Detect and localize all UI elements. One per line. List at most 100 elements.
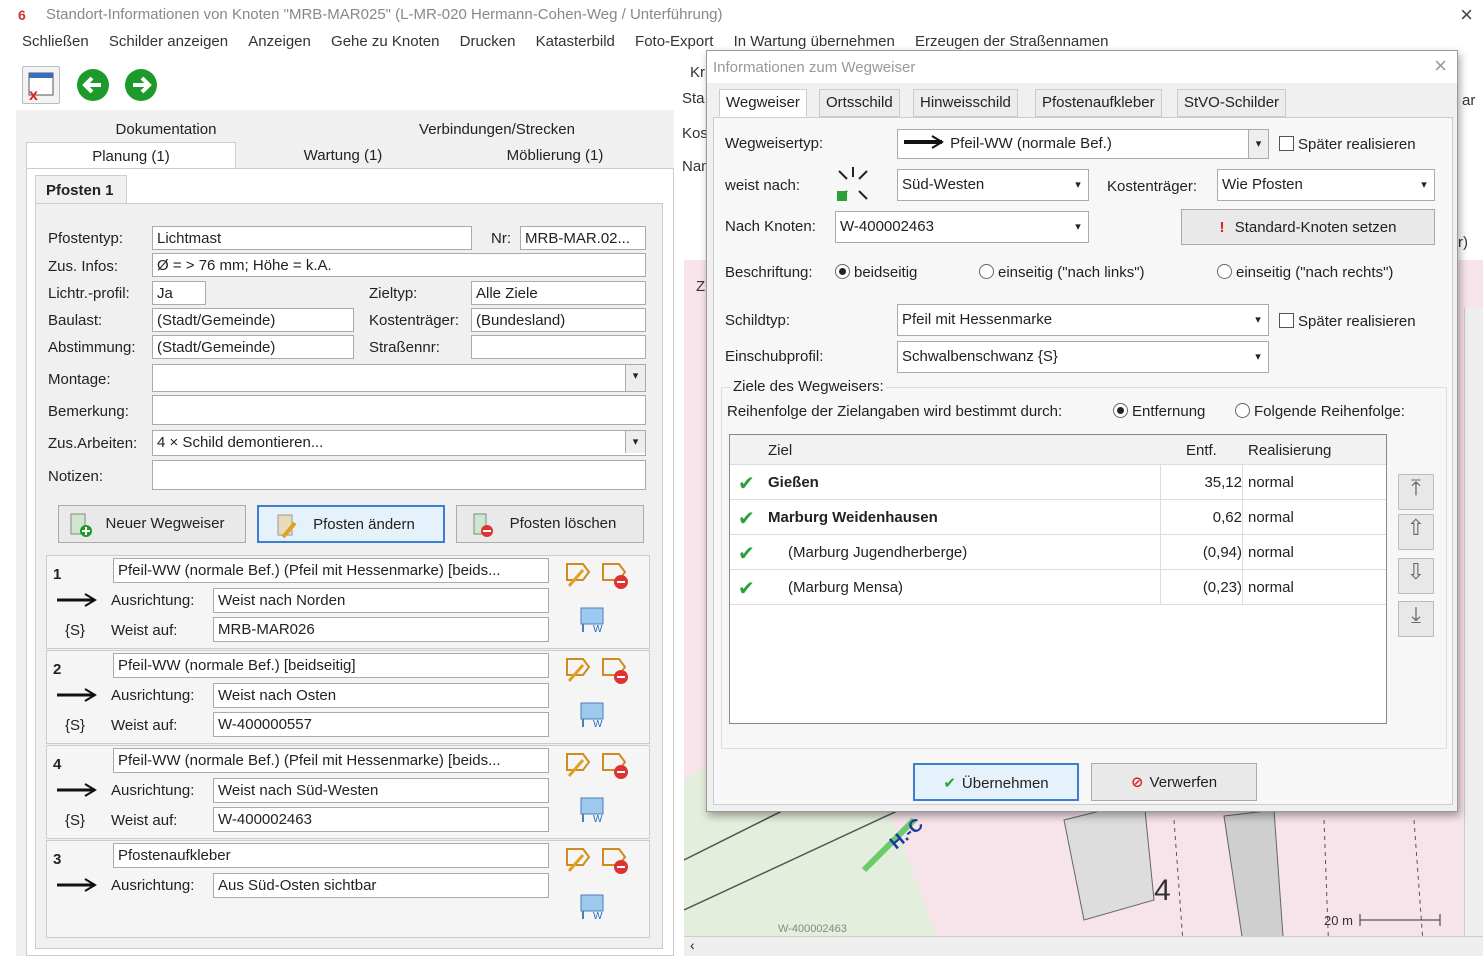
col-entf[interactable]: Entf. bbox=[1186, 442, 1217, 459]
zusinfos-field[interactable]: Ø = > 76 mm; Höhe = k.A. bbox=[152, 253, 646, 277]
menu-item-drucken[interactable]: Drucken bbox=[460, 33, 516, 50]
map-vscrollbar[interactable] bbox=[1464, 308, 1483, 936]
delete-sign-icon[interactable] bbox=[599, 750, 633, 780]
strassennr-field[interactable] bbox=[471, 335, 646, 359]
nach-knoten-dropdown-icon[interactable]: ▾ bbox=[1068, 212, 1088, 242]
neuer-wegweiser-button[interactable]: Neuer Wegweiser bbox=[58, 505, 246, 543]
delete-sign-icon[interactable] bbox=[599, 655, 633, 685]
lichtprofil-field[interactable]: Ja bbox=[152, 281, 206, 305]
table-row[interactable]: ✔ (Marburg Jugendherberge) (0,94) normal bbox=[730, 535, 1386, 570]
tab-planung[interactable]: Planung (1) bbox=[26, 142, 236, 168]
tab-dokumentation[interactable]: Dokumentation bbox=[16, 116, 316, 142]
uebernehmen-button[interactable]: ✔ Übernehmen bbox=[913, 763, 1079, 801]
ausrichtung-field[interactable]: Weist nach Norden bbox=[213, 588, 549, 613]
baulast-field[interactable]: (Stadt/Gemeinde) bbox=[152, 308, 354, 332]
zieltyp-field[interactable]: Alle Ziele bbox=[471, 281, 646, 305]
forward-button[interactable] bbox=[122, 66, 160, 104]
radio-einseitig-rechts[interactable]: einseitig ("nach rechts") bbox=[1217, 264, 1393, 281]
weist-nach-select[interactable]: Süd-Westen ▾ bbox=[897, 169, 1089, 201]
edit-sign-icon[interactable] bbox=[561, 845, 595, 875]
radio-entfernung[interactable]: Entfernung bbox=[1113, 403, 1205, 420]
ausrichtung-field[interactable]: Weist nach Süd-Westen bbox=[213, 778, 549, 803]
menu-item-katasterbild[interactable]: Katasterbild bbox=[536, 33, 615, 50]
schildtyp-select[interactable]: Pfeil mit Hessenmarke ▾ bbox=[897, 304, 1269, 336]
sign-description[interactable]: Pfeil-WW (normale Bef.) [beidseitig] bbox=[113, 653, 549, 678]
wegweisertyp-select[interactable]: Pfeil-WW (normale Bef.) ▾ bbox=[897, 129, 1269, 159]
sign-view-icon[interactable]: W bbox=[577, 701, 611, 731]
nr-field[interactable]: MRB-MAR.02... bbox=[520, 226, 646, 250]
weist-auf-field[interactable]: W-400000557 bbox=[213, 712, 549, 737]
delete-sign-icon[interactable] bbox=[599, 845, 633, 875]
schildtyp-dropdown-icon[interactable]: ▾ bbox=[1248, 305, 1268, 335]
dialog-close-icon[interactable]: × bbox=[1434, 53, 1447, 79]
delete-sign-icon[interactable] bbox=[599, 560, 633, 590]
tab-moeblierung[interactable]: Möblierung (1) bbox=[450, 142, 660, 168]
zusarbeiten-field[interactable]: 4 × Schild demontieren... ▾ bbox=[152, 430, 646, 456]
scroll-left-icon[interactable]: ‹ bbox=[690, 937, 695, 953]
edit-sign-icon[interactable] bbox=[561, 560, 595, 590]
table-row[interactable]: ✔ Marburg Weidenhausen 0,62 normal bbox=[730, 500, 1386, 535]
move-down-button[interactable]: ⇩ bbox=[1398, 558, 1434, 594]
zusarbeiten-dropdown-icon[interactable]: ▾ bbox=[625, 431, 645, 453]
tab-wartung[interactable]: Wartung (1) bbox=[238, 142, 448, 168]
nach-knoten-select[interactable]: W-400002463 ▾ bbox=[835, 211, 1089, 243]
dtab-hinweisschild[interactable]: Hinweisschild bbox=[913, 89, 1018, 117]
tab-pfosten-1[interactable]: Pfosten 1 bbox=[35, 175, 127, 203]
montage-field[interactable]: ▾ bbox=[152, 364, 646, 392]
ausrichtung-field[interactable]: Aus Süd-Osten sichtbar bbox=[213, 873, 549, 898]
radio-folgende[interactable]: Folgende Reihenfolge: bbox=[1235, 403, 1405, 420]
close-window-button[interactable]: x bbox=[22, 66, 60, 104]
close-icon[interactable]: × bbox=[1460, 2, 1473, 28]
sign-description[interactable]: Pfeil-WW (normale Bef.) (Pfeil mit Hesse… bbox=[113, 748, 549, 773]
menu-item-anzeigen[interactable]: Anzeigen bbox=[248, 33, 311, 50]
edit-sign-icon[interactable] bbox=[561, 750, 595, 780]
standard-knoten-button[interactable]: ! Standard-Knoten setzen bbox=[1181, 209, 1435, 245]
radio-beidseitig[interactable]: beidseitig bbox=[835, 264, 917, 281]
dtab-wegweiser[interactable]: Wegweiser bbox=[719, 89, 807, 117]
dtab-ortsschild[interactable]: Ortsschild bbox=[819, 89, 900, 117]
sign-view-icon[interactable]: W bbox=[577, 796, 611, 826]
verwerfen-button[interactable]: ⊘ Verwerfen bbox=[1091, 763, 1257, 801]
pfostentyp-field[interactable]: Lichtmast bbox=[152, 226, 472, 250]
sign-group[interactable]: 3 Pfostenaufkleber Ausrichtung: Aus Süd-Ost… bbox=[46, 840, 650, 938]
weist-nach-dropdown-icon[interactable]: ▾ bbox=[1068, 170, 1088, 200]
abstimmung-field[interactable]: (Stadt/Gemeinde) bbox=[152, 335, 354, 359]
tab-verbindungen[interactable]: Verbindungen/Strecken bbox=[320, 116, 674, 142]
sign-group[interactable]: 4 Pfeil-WW (normale Bef.) (Pfeil mit Hess… bbox=[46, 745, 650, 839]
spaeter-checkbox-2[interactable]: Später realisieren bbox=[1279, 313, 1416, 330]
col-realisierung[interactable]: Realisierung bbox=[1248, 442, 1331, 459]
kostentraeger-dropdown-icon[interactable]: ▾ bbox=[1414, 170, 1434, 200]
wegweisertyp-dropdown-icon[interactable]: ▾ bbox=[1248, 130, 1268, 158]
pfosten-loeschen-button[interactable]: Pfosten löschen bbox=[456, 505, 644, 543]
back-button[interactable] bbox=[74, 66, 112, 104]
spaeter-checkbox-1[interactable]: Später realisieren bbox=[1279, 136, 1416, 153]
weist-auf-field[interactable]: W-400002463 bbox=[213, 807, 549, 832]
sign-description[interactable]: Pfostenaufkleber bbox=[113, 843, 549, 868]
kostentraeger-field[interactable]: (Bundesland) bbox=[471, 308, 646, 332]
dtab-pfostenaufkleber[interactable]: Pfostenaufkleber bbox=[1035, 89, 1162, 117]
move-up-button[interactable]: ⇧ bbox=[1398, 514, 1434, 550]
ausrichtung-field[interactable]: Weist nach Osten bbox=[213, 683, 549, 708]
einschubprofil-select[interactable]: Schwalbenschwanz {S} ▾ bbox=[897, 341, 1269, 373]
menu-item-schilder[interactable]: Schilder anzeigen bbox=[109, 33, 228, 50]
radio-einseitig-links[interactable]: einseitig ("nach links") bbox=[979, 264, 1145, 281]
bemerkung-field[interactable] bbox=[152, 395, 646, 425]
table-row[interactable]: ✔ Gießen 35,12 normal bbox=[730, 465, 1386, 500]
pfosten-aendern-button[interactable]: Pfosten ändern bbox=[257, 505, 445, 543]
einschubprofil-dropdown-icon[interactable]: ▾ bbox=[1248, 342, 1268, 372]
move-top-button[interactable]: ⤒ bbox=[1398, 474, 1434, 510]
dtab-stvo[interactable]: StVO-Schilder bbox=[1177, 89, 1287, 117]
sign-group[interactable]: 1 Pfeil-WW (normale Bef.) (Pfeil mit Hess… bbox=[46, 555, 650, 649]
col-ziel[interactable]: Ziel bbox=[768, 442, 792, 459]
menu-item-foto-export[interactable]: Foto-Export bbox=[635, 33, 713, 50]
menu-item-gehe-zu-knoten[interactable]: Gehe zu Knoten bbox=[331, 33, 439, 50]
menu-item-schliessen[interactable]: Schließen bbox=[22, 33, 89, 50]
menu-item-strassennamen[interactable]: Erzeugen der Straßennamen bbox=[915, 33, 1108, 50]
notizen-field[interactable] bbox=[152, 460, 646, 490]
sign-description[interactable]: Pfeil-WW (normale Bef.) (Pfeil mit Hesse… bbox=[113, 558, 549, 583]
sign-view-icon[interactable]: W bbox=[577, 893, 611, 923]
map-scrollbar[interactable]: ‹ bbox=[684, 936, 1483, 956]
montage-dropdown-icon[interactable]: ▾ bbox=[625, 365, 645, 391]
sign-view-icon[interactable]: W bbox=[577, 606, 611, 636]
menu-item-wartung[interactable]: In Wartung übernehmen bbox=[734, 33, 895, 50]
